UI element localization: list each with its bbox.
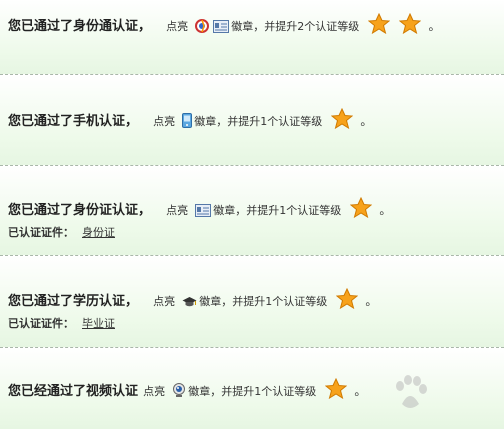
period: 。 [360, 114, 373, 128]
light-suffix: 徽章，并提升1个认证等级 [213, 204, 342, 217]
light-prefix: 点亮 [153, 295, 176, 308]
cert-panel-identity-pass: 您已通过了身份通认证， 点亮 徽章，并提升2个认证等级 。 [0, 0, 504, 75]
star-icon [368, 12, 391, 38]
cert-line: 您已通过了身份通认证， 点亮 徽章，并提升2个认证等级 。 [8, 12, 441, 38]
period: 。 [379, 203, 392, 217]
light-prefix: 点亮 [153, 115, 176, 128]
doc-link-diploma[interactable]: 毕业证 [82, 317, 115, 330]
comma: ， [138, 203, 152, 218]
cert-title: 您已通过了学历认证 [8, 294, 126, 309]
star-icon [325, 377, 348, 403]
cert-line: 您已通过了手机认证， 点亮 徽章，并提升1个认证等级 。 [8, 107, 373, 133]
cert-panel-education: 您已通过了学历认证， 点亮 徽章，并提升1个认证等级 。 已认证证件： 毕业证 [0, 256, 504, 348]
doc-label: 已认证证件： [8, 317, 74, 330]
id-card-icon [195, 202, 212, 221]
light-suffix: 徽章，并提升1个认证等级 [194, 115, 323, 128]
star-icon [350, 196, 373, 222]
star-icon [336, 287, 359, 313]
cert-line: 您已经通过了视频认证 点亮 徽章，并提升1个认证等级 。 [8, 377, 367, 403]
doc-link-id-card[interactable]: 身份证 [82, 226, 115, 239]
light-prefix: 点亮 [143, 385, 166, 398]
period: 。 [354, 384, 367, 398]
comma: ， [125, 114, 139, 129]
cert-title: 您已通过了手机认证 [8, 114, 126, 129]
cert-panel-phone: 您已通过了手机认证， 点亮 徽章，并提升1个认证等级 。 [0, 75, 504, 166]
period: 。 [428, 19, 441, 33]
comma: ， [138, 19, 152, 34]
cert-title: 您已通过了身份通认证 [8, 19, 139, 34]
light-suffix: 徽章，并提升1个认证等级 [199, 295, 328, 308]
period: 。 [365, 294, 378, 308]
cert-line: 您已通过了身份证认证， 点亮 徽章，并提升1个认证等级 。 [8, 196, 392, 222]
cert-panel-id-card: 您已通过了身份证认证， 点亮 徽章，并提升1个认证等级 。 已认证证件： 身份证 [0, 166, 504, 256]
identity-badge-icon [195, 18, 210, 37]
mobile-phone-icon [182, 113, 193, 132]
light-prefix: 点亮 [166, 20, 189, 33]
star-icon [331, 107, 354, 133]
webcam-icon [172, 383, 186, 402]
star-icon [399, 12, 422, 38]
cert-doc-line: 已认证证件： 身份证 [8, 221, 115, 240]
graduation-cap-icon [182, 293, 197, 312]
cert-doc-line: 已认证证件： 毕业证 [8, 312, 115, 331]
light-suffix: 徽章，并提升2个认证等级 [231, 20, 360, 33]
baidu-paw-logo [392, 374, 502, 426]
cert-title: 您已通过了身份证认证 [8, 203, 139, 218]
comma: ， [125, 294, 139, 309]
cert-line: 您已通过了学历认证， 点亮 徽章，并提升1个认证等级 。 [8, 287, 378, 313]
doc-label: 已认证证件： [8, 226, 74, 239]
light-suffix: 徽章，并提升1个认证等级 [188, 385, 317, 398]
cert-title: 您已经通过了视频认证 [8, 384, 139, 399]
light-prefix: 点亮 [166, 204, 189, 217]
id-card-icon [213, 18, 230, 37]
